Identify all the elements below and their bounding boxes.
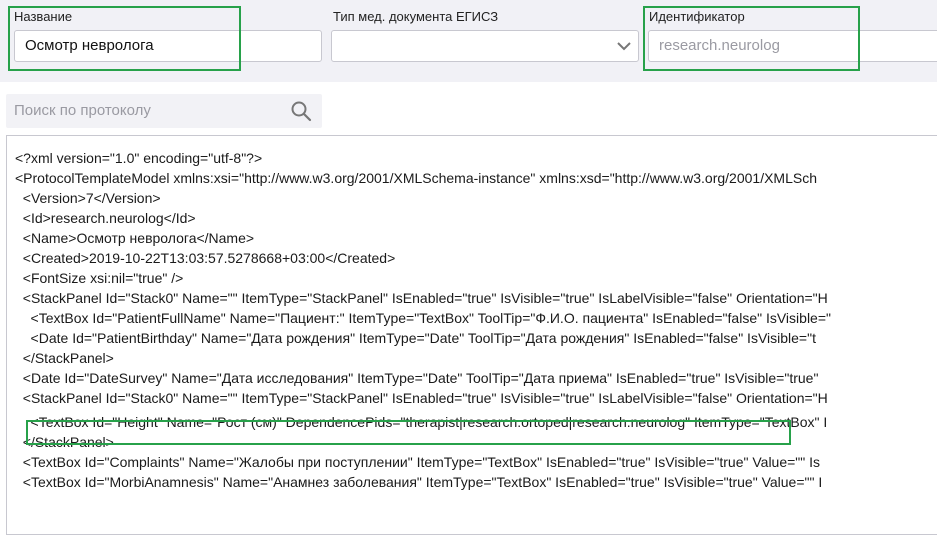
- chevron-down-icon: [617, 42, 631, 51]
- doc-type-select[interactable]: [331, 30, 639, 62]
- identifier-field-highlight: [643, 6, 860, 71]
- xml-editor[interactable]: <?xml version="1.0" encoding="utf-8"?> <…: [6, 135, 937, 535]
- code-line: <StackPanel Id="Stack0" Name="" ItemType…: [15, 290, 828, 306]
- height-line-highlight: [26, 420, 791, 445]
- doc-type-label: Тип мед. документа ЕГИСЗ: [333, 9, 499, 24]
- code-line: <?xml version="1.0" encoding="utf-8"?>: [15, 150, 263, 166]
- code-line: <TextBox Id="MorbiAnamnesis" Name="Анамн…: [15, 474, 823, 490]
- code-line: <Name>Осмотр невролога</Name>: [15, 230, 255, 246]
- code-line: <ProtocolTemplateModel xmlns:xsi="http:/…: [15, 170, 817, 186]
- code-line: <StackPanel Id="Stack0" Name="" ItemType…: [15, 390, 828, 406]
- code-line: <TextBox Id="Complaints" Name="Жалобы пр…: [15, 454, 821, 470]
- code-line: <Date Id="DateSurvey" Name="Дата исследо…: [15, 370, 819, 386]
- code-line: <Created>2019-10-22T13:03:57.5278668+03:…: [15, 250, 396, 266]
- name-field-highlight: [8, 6, 241, 71]
- code-line: <Version>7</Version>: [15, 190, 161, 206]
- code-line: <TextBox Id="PatientFullName" Name="Паци…: [15, 310, 831, 326]
- code-line: <Date Id="PatientBirthday" Name="Дата ро…: [15, 330, 816, 346]
- code-line: <Id>research.neurolog</Id>: [15, 210, 196, 226]
- code-line: </StackPanel>: [15, 350, 114, 366]
- code-line: <FontSize xsi:nil="true" />: [15, 270, 184, 286]
- protocol-search-input[interactable]: Поиск по протоколу: [6, 94, 322, 128]
- search-icon[interactable]: [290, 100, 312, 122]
- search-placeholder: Поиск по протоколу: [14, 102, 151, 119]
